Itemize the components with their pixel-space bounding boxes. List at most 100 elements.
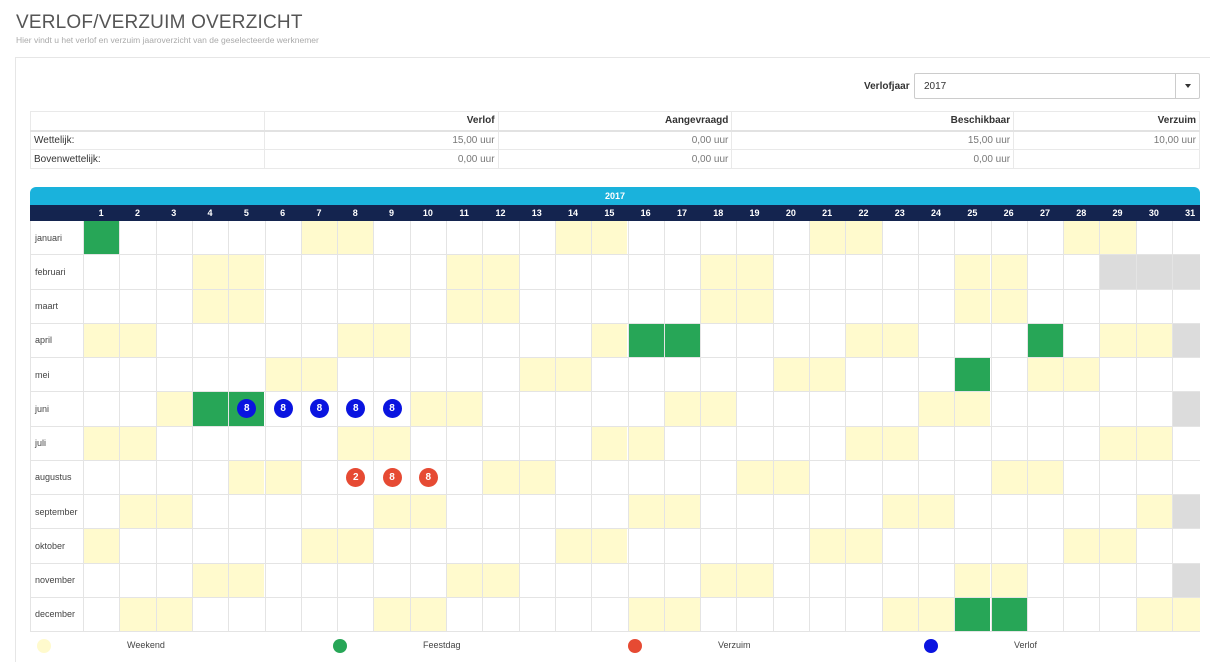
day-cell[interactable] bbox=[954, 426, 990, 460]
day-cell[interactable] bbox=[264, 221, 301, 255]
day-cell[interactable] bbox=[809, 495, 845, 529]
day-cell[interactable] bbox=[264, 597, 301, 631]
day-cell[interactable] bbox=[228, 426, 264, 460]
day-cell[interactable] bbox=[736, 460, 773, 494]
day-cell[interactable] bbox=[663, 597, 701, 631]
day-cell[interactable] bbox=[990, 426, 1027, 460]
day-cell[interactable] bbox=[917, 289, 954, 323]
day-cell[interactable] bbox=[772, 289, 809, 323]
day-cell[interactable] bbox=[1026, 426, 1063, 460]
day-cell[interactable] bbox=[881, 221, 918, 255]
day-cell[interactable] bbox=[845, 495, 881, 529]
day-cell[interactable] bbox=[627, 495, 664, 529]
day-cell[interactable] bbox=[990, 255, 1027, 289]
day-cell[interactable] bbox=[917, 323, 954, 357]
day-cell[interactable] bbox=[518, 460, 555, 494]
verlofjaar-select[interactable]: 2017 bbox=[914, 73, 1200, 99]
day-cell[interactable] bbox=[627, 529, 664, 563]
day-cell[interactable] bbox=[518, 255, 555, 289]
day-cell[interactable] bbox=[954, 323, 990, 357]
day-cell[interactable] bbox=[881, 289, 918, 323]
day-cell[interactable] bbox=[772, 426, 809, 460]
day-cell[interactable] bbox=[554, 392, 591, 426]
day-cell[interactable] bbox=[700, 358, 736, 392]
day-cell[interactable] bbox=[1063, 323, 1099, 357]
day-cell[interactable] bbox=[155, 460, 192, 494]
day-cell[interactable] bbox=[809, 289, 845, 323]
day-cell[interactable] bbox=[1172, 392, 1200, 426]
day-cell[interactable] bbox=[518, 392, 555, 426]
day-cell[interactable]: 8 bbox=[373, 392, 409, 426]
day-cell[interactable] bbox=[954, 597, 991, 631]
day-cell[interactable] bbox=[518, 563, 555, 597]
day-cell[interactable] bbox=[1172, 358, 1200, 392]
day-cell[interactable] bbox=[446, 255, 483, 289]
day-cell[interactable] bbox=[409, 221, 446, 255]
day-cell[interactable] bbox=[337, 221, 374, 255]
day-cell[interactable] bbox=[1099, 392, 1135, 426]
day-cell[interactable] bbox=[1026, 289, 1063, 323]
day-cell[interactable] bbox=[83, 289, 119, 323]
day-cell[interactable] bbox=[627, 358, 664, 392]
verzuim-badge[interactable]: 8 bbox=[418, 467, 438, 487]
day-cell[interactable] bbox=[1099, 255, 1136, 289]
day-cell[interactable] bbox=[663, 495, 701, 529]
day-cell[interactable] bbox=[191, 255, 229, 289]
day-cell[interactable] bbox=[446, 460, 482, 494]
day-cell[interactable] bbox=[373, 255, 409, 289]
day-cell[interactable] bbox=[409, 255, 446, 289]
day-cell[interactable] bbox=[119, 597, 156, 631]
day-cell[interactable] bbox=[83, 460, 119, 494]
day-cell[interactable] bbox=[700, 323, 736, 357]
day-cell[interactable] bbox=[881, 529, 918, 563]
day-cell[interactable] bbox=[518, 323, 555, 357]
day-cell[interactable] bbox=[1063, 426, 1099, 460]
day-cell[interactable] bbox=[554, 460, 591, 494]
day-cell[interactable] bbox=[736, 289, 773, 323]
day-cell[interactable] bbox=[337, 255, 373, 289]
day-cell[interactable] bbox=[736, 221, 772, 255]
day-cell[interactable]: 8 bbox=[373, 460, 409, 494]
day-cell[interactable] bbox=[83, 392, 119, 426]
day-cell[interactable] bbox=[446, 392, 483, 426]
day-cell[interactable] bbox=[809, 563, 845, 597]
day-cell[interactable] bbox=[845, 358, 881, 392]
day-cell[interactable] bbox=[554, 597, 591, 631]
day-cell[interactable] bbox=[518, 529, 555, 563]
day-cell[interactable] bbox=[990, 460, 1027, 494]
day-cell[interactable] bbox=[155, 426, 192, 460]
day-cell[interactable] bbox=[1026, 563, 1063, 597]
day-cell[interactable] bbox=[1063, 255, 1099, 289]
day-cell[interactable] bbox=[917, 358, 954, 392]
day-cell[interactable] bbox=[119, 255, 155, 289]
day-cell[interactable] bbox=[1172, 255, 1200, 289]
day-cell[interactable] bbox=[337, 529, 374, 563]
day-cell[interactable] bbox=[518, 495, 555, 529]
day-cell[interactable] bbox=[700, 495, 736, 529]
day-cell[interactable] bbox=[1172, 495, 1200, 529]
day-cell[interactable] bbox=[1172, 289, 1200, 323]
day-cell[interactable] bbox=[1063, 597, 1099, 631]
day-cell[interactable] bbox=[700, 426, 736, 460]
day-cell[interactable] bbox=[663, 563, 700, 597]
day-cell[interactable] bbox=[1172, 221, 1200, 255]
day-cell[interactable] bbox=[591, 392, 627, 426]
day-cell[interactable] bbox=[591, 289, 627, 323]
day-cell[interactable] bbox=[809, 392, 845, 426]
day-cell[interactable] bbox=[1135, 529, 1172, 563]
day-cell[interactable] bbox=[1135, 358, 1172, 392]
day-cell[interactable] bbox=[155, 221, 192, 255]
day-cell[interactable] bbox=[954, 563, 991, 597]
day-cell[interactable] bbox=[409, 529, 446, 563]
verlof-badge[interactable]: 8 bbox=[273, 399, 293, 419]
day-cell[interactable] bbox=[917, 221, 954, 255]
day-cell[interactable] bbox=[700, 529, 736, 563]
day-cell[interactable] bbox=[518, 597, 555, 631]
day-cell[interactable] bbox=[191, 392, 229, 426]
day-cell[interactable] bbox=[700, 221, 736, 255]
day-cell[interactable] bbox=[554, 289, 591, 323]
day-cell[interactable] bbox=[1026, 392, 1063, 426]
day-cell[interactable] bbox=[409, 323, 446, 357]
day-cell[interactable] bbox=[300, 221, 338, 255]
day-cell[interactable] bbox=[1135, 323, 1172, 357]
